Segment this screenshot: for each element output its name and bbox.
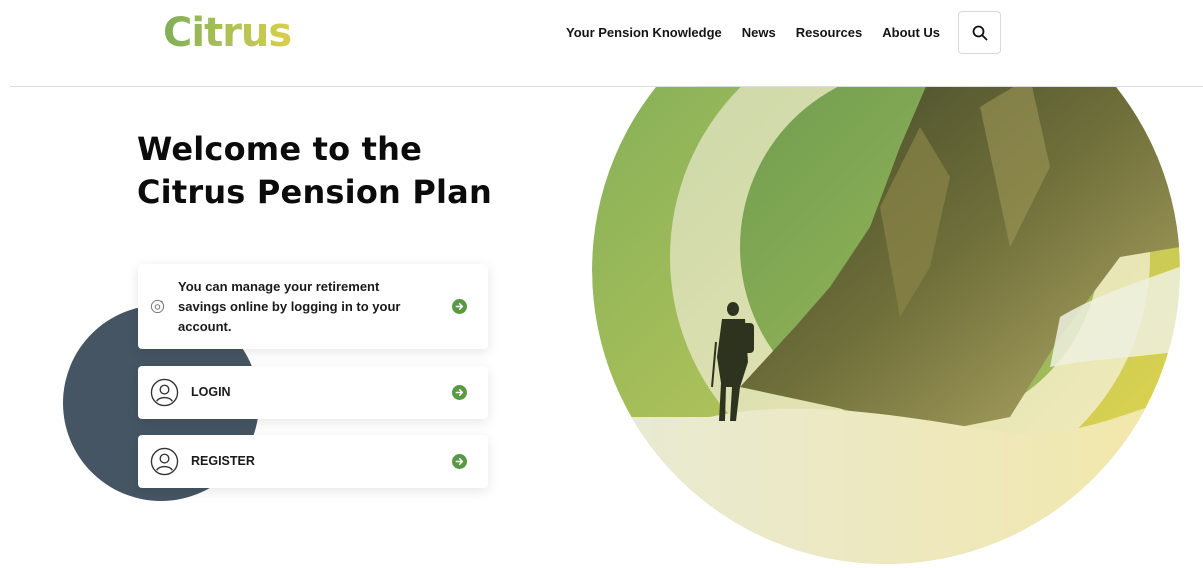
search-button[interactable] (958, 11, 1001, 54)
page-title: Welcome to the Citrus Pension Plan (137, 128, 492, 214)
nav-item-news[interactable]: News (742, 25, 776, 40)
manage-online-card[interactable]: You can manage your retirement savings o… (138, 264, 488, 349)
hero-mountain-image (592, 87, 1180, 564)
citrus-logo[interactable]: Citrus (163, 10, 292, 56)
page-title-line-2: Citrus Pension Plan (137, 173, 492, 211)
register-button[interactable]: REGISTER (138, 435, 488, 488)
page-title-line-1: Welcome to the (137, 130, 422, 168)
nav-item-about-us[interactable]: About Us (882, 25, 940, 40)
nav-item-your-pension-knowledge[interactable]: Your Pension Knowledge (566, 25, 722, 40)
manage-online-text: You can manage your retirement savings o… (178, 279, 401, 334)
register-label: REGISTER (191, 454, 255, 468)
arrow-right-icon[interactable] (452, 385, 467, 400)
login-button[interactable]: LOGIN (138, 366, 488, 419)
user-circle-icon (150, 447, 179, 476)
nav-item-resources[interactable]: Resources (796, 25, 862, 40)
search-icon (972, 25, 987, 40)
arrow-right-icon[interactable] (452, 454, 467, 469)
user-circle-icon (150, 378, 179, 407)
main-nav: Your Pension Knowledge News Resources Ab… (566, 25, 940, 40)
at-icon (150, 299, 165, 314)
login-label: LOGIN (191, 385, 231, 399)
arrow-right-icon[interactable] (452, 299, 467, 314)
